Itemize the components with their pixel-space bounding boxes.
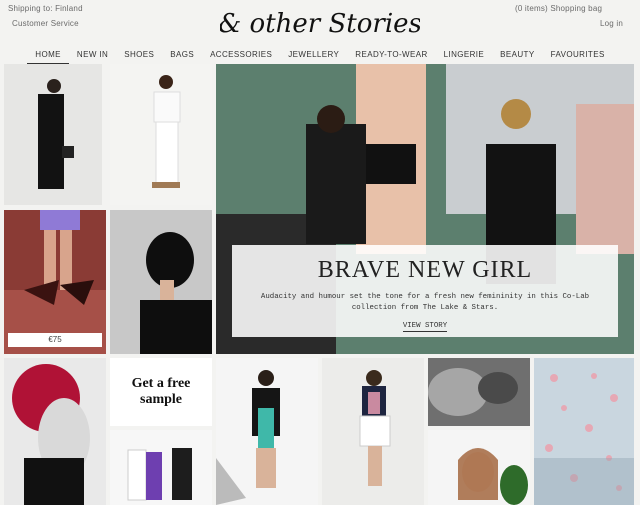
brand-logo[interactable]: & other Stories xyxy=(220,2,420,44)
shipping-country-link[interactable]: Shipping to: Finland xyxy=(8,4,83,13)
svg-text:& other Stories: & other Stories xyxy=(220,9,420,39)
product-image-white-outfit[interactable] xyxy=(110,64,212,205)
price-tag: €75 xyxy=(8,333,102,347)
nav-new-in[interactable]: NEW IN xyxy=(69,46,116,64)
free-sample-promo[interactable]: Get a free sample xyxy=(110,358,212,426)
product-image-portrait[interactable] xyxy=(428,430,530,505)
nav-jewellery[interactable]: JEWELLERY xyxy=(280,46,347,64)
view-story-link[interactable]: VIEW STORY xyxy=(402,322,448,332)
product-image-street-style[interactable] xyxy=(110,430,212,505)
customer-service-link[interactable]: Customer Service xyxy=(12,19,79,28)
hero-subtitle: Audacity and humour set the tone for a f… xyxy=(260,293,590,312)
product-image-black-jumpsuit[interactable] xyxy=(4,64,102,205)
main-nav: HOME NEW IN SHOES BAGS ACCESSORIES JEWEL… xyxy=(0,46,640,64)
nav-lingerie[interactable]: LINGERIE xyxy=(436,46,493,64)
product-image-black-turban[interactable] xyxy=(110,210,212,354)
nav-favourites[interactable]: FAVOURITES xyxy=(543,46,613,64)
product-image-red-hair[interactable] xyxy=(4,358,106,505)
hero-title: BRAVE NEW GIRL xyxy=(317,257,533,283)
login-link[interactable]: Log in xyxy=(600,19,623,28)
nav-home[interactable]: HOME xyxy=(27,46,69,64)
shopping-bag-link[interactable]: (0 items) Shopping bag xyxy=(515,4,602,13)
nav-ready-to-wear[interactable]: READY-TO-WEAR xyxy=(347,46,435,64)
product-image-blurred-abstract[interactable] xyxy=(428,358,530,426)
nav-bags[interactable]: BAGS xyxy=(162,46,202,64)
product-image-black-jacket[interactable] xyxy=(216,358,318,505)
product-image-white-culottes[interactable] xyxy=(322,358,424,505)
hero-caption: BRAVE NEW GIRL Audacity and humour set t… xyxy=(232,245,618,337)
top-bar: Shipping to: Finland Customer Service (0… xyxy=(0,0,640,44)
product-image-rose-petals[interactable] xyxy=(534,358,634,505)
nav-shoes[interactable]: SHOES xyxy=(116,46,162,64)
nav-accessories[interactable]: ACCESSORIES xyxy=(202,46,280,64)
nav-beauty[interactable]: BEAUTY xyxy=(492,46,542,64)
